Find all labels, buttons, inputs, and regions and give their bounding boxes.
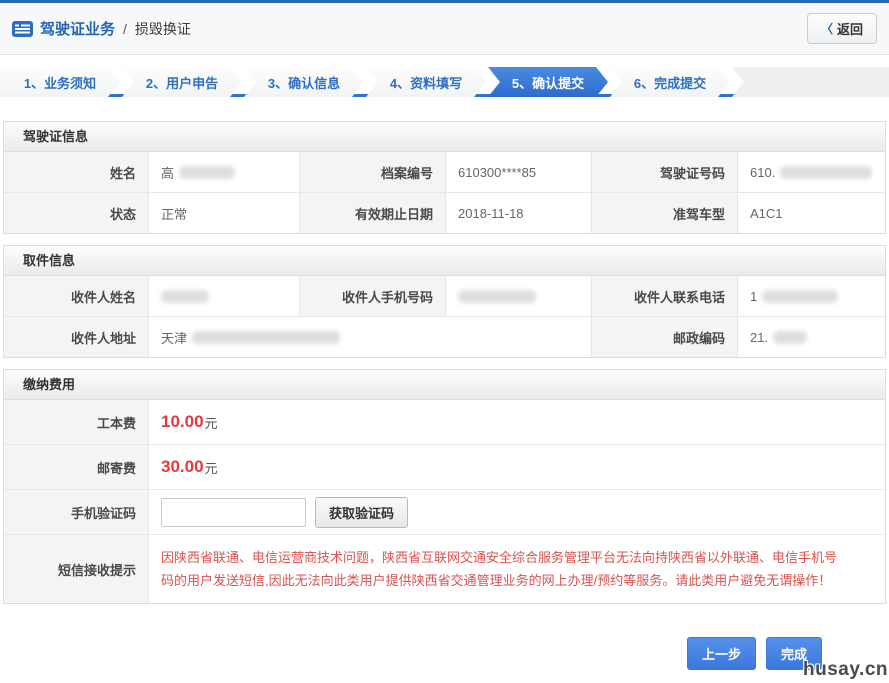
step-bar-filler <box>732 67 889 97</box>
previous-step-button[interactable]: 上一步 <box>687 637 756 670</box>
license-info-panel: 驾驶证信息 姓名 高 档案编号 610300****85 驾驶证号码 610. … <box>3 121 886 234</box>
redacted-value <box>773 331 807 344</box>
table-row: 短信接收提示 因陕西省联通、电信运营商技术问题，陕西省互联网交通安全综合服务管理… <box>4 535 885 603</box>
table-row: 状态 正常 有效期止日期 2018-11-18 准驾车型 A1C1 <box>4 193 885 233</box>
step-label: 2、用户申告 <box>146 73 218 92</box>
production-fee-value: 10.00 元 <box>149 400 885 444</box>
finish-button[interactable]: 完成 <box>766 637 822 670</box>
fees-title: 缴纳费用 <box>4 370 885 400</box>
get-sms-code-button[interactable]: 获取验证码 <box>315 497 408 528</box>
page-header: 驾驶证业务 / 损毁换证 〈 返回 <box>0 3 889 55</box>
mailing-fee-value: 30.00 元 <box>149 445 885 489</box>
postal-code-value: 21. <box>738 317 885 357</box>
vehicle-class-label: 准驾车型 <box>592 193 738 233</box>
recipient-name-value <box>149 276 300 316</box>
sms-code-input[interactable] <box>161 498 306 527</box>
sms-notice-text: 因陕西省联通、电信运营商技术问题，陕西省互联网交通安全综合服务管理平台无法向持陕… <box>161 546 873 592</box>
pickup-info-title: 取件信息 <box>4 246 885 276</box>
step-4-fill-data[interactable]: 4、资料填写 <box>366 67 486 97</box>
recipient-address-value: 天津 <box>149 317 592 357</box>
file-number-value: 610300****85 <box>446 152 592 192</box>
breadcrumb-section[interactable]: 驾驶证业务 <box>40 18 115 39</box>
redacted-value <box>161 290 209 303</box>
table-row: 邮寄费 30.00 元 <box>4 445 885 490</box>
step-label: 6、完成提交 <box>634 73 706 92</box>
mailing-fee-unit: 元 <box>205 458 218 477</box>
file-number-label: 档案编号 <box>300 152 446 192</box>
chevron-left-icon: 〈 <box>821 20 833 37</box>
step-5-confirm-submit[interactable]: 5、确认提交 <box>488 67 608 97</box>
postal-code-label: 邮政编码 <box>592 317 738 357</box>
table-row: 手机验证码 获取验证码 <box>4 490 885 535</box>
license-number-label: 驾驶证号码 <box>592 152 738 192</box>
table-row: 工本费 10.00 元 <box>4 400 885 445</box>
breadcrumb-separator: / <box>123 21 127 37</box>
step-label: 3、确认信息 <box>268 73 340 92</box>
back-button[interactable]: 〈 返回 <box>807 13 877 44</box>
table-row: 姓名 高 档案编号 610300****85 驾驶证号码 610. <box>4 152 885 193</box>
pickup-info-panel: 取件信息 收件人姓名 收件人手机号码 收件人联系电话 1 收件人地址 天津 邮政… <box>3 245 886 358</box>
license-info-title: 驾驶证信息 <box>4 122 885 152</box>
step-label: 4、资料填写 <box>390 73 462 92</box>
wizard-step-bar: 1、业务须知 2、用户申告 3、确认信息 4、资料填写 5、确认提交 6、完成提… <box>0 67 889 97</box>
recipient-phone-value: 1 <box>738 276 885 316</box>
license-card-icon <box>12 21 33 37</box>
recipient-name-label: 收件人姓名 <box>4 276 149 316</box>
production-fee-unit: 元 <box>205 413 218 432</box>
name-label: 姓名 <box>4 152 149 192</box>
production-fee-label: 工本费 <box>4 400 149 444</box>
mailing-fee-amount: 30.00 <box>161 457 204 477</box>
name-value: 高 <box>149 152 300 192</box>
status-label: 状态 <box>4 193 149 233</box>
sms-notice-cell: 因陕西省联通、电信运营商技术问题，陕西省互联网交通安全综合服务管理平台无法向持陕… <box>149 535 885 603</box>
mailing-fee-label: 邮寄费 <box>4 445 149 489</box>
sms-code-cell: 获取验证码 <box>149 490 885 534</box>
sms-code-label: 手机验证码 <box>4 490 149 534</box>
step-3-confirm-info[interactable]: 3、确认信息 <box>244 67 364 97</box>
redacted-value <box>179 166 235 179</box>
step-6-complete-submit[interactable]: 6、完成提交 <box>610 67 730 97</box>
recipient-phone-label: 收件人联系电话 <box>592 276 738 316</box>
license-number-value: 610. <box>738 152 885 192</box>
action-bar: 上一步 完成 <box>0 637 889 670</box>
recipient-mobile-value <box>446 276 592 316</box>
table-row: 收件人地址 天津 邮政编码 21. <box>4 317 885 357</box>
table-row: 收件人姓名 收件人手机号码 收件人联系电话 1 <box>4 276 885 317</box>
back-button-label: 返回 <box>837 19 863 38</box>
production-fee-amount: 10.00 <box>161 412 204 432</box>
redacted-value <box>192 331 340 344</box>
breadcrumb-current: 损毁换证 <box>135 19 191 39</box>
step-label: 1、业务须知 <box>24 73 96 92</box>
status-value: 正常 <box>149 193 300 233</box>
vehicle-class-value: A1C1 <box>738 193 885 233</box>
breadcrumb: 驾驶证业务 / 损毁换证 <box>12 18 191 39</box>
step-label: 5、确认提交 <box>512 73 584 92</box>
recipient-mobile-label: 收件人手机号码 <box>300 276 446 316</box>
sms-notice-label: 短信接收提示 <box>4 535 149 603</box>
step-1-business-notice[interactable]: 1、业务须知 <box>0 67 120 97</box>
recipient-address-label: 收件人地址 <box>4 317 149 357</box>
redacted-value <box>458 290 536 303</box>
fees-panel: 缴纳费用 工本费 10.00 元 邮寄费 30.00 元 手机验证码 获取验证码… <box>3 369 886 604</box>
redacted-value <box>780 166 872 179</box>
expiry-date-value: 2018-11-18 <box>446 193 592 233</box>
redacted-value <box>762 290 838 303</box>
expiry-date-label: 有效期止日期 <box>300 193 446 233</box>
step-2-user-declaration[interactable]: 2、用户申告 <box>122 67 242 97</box>
